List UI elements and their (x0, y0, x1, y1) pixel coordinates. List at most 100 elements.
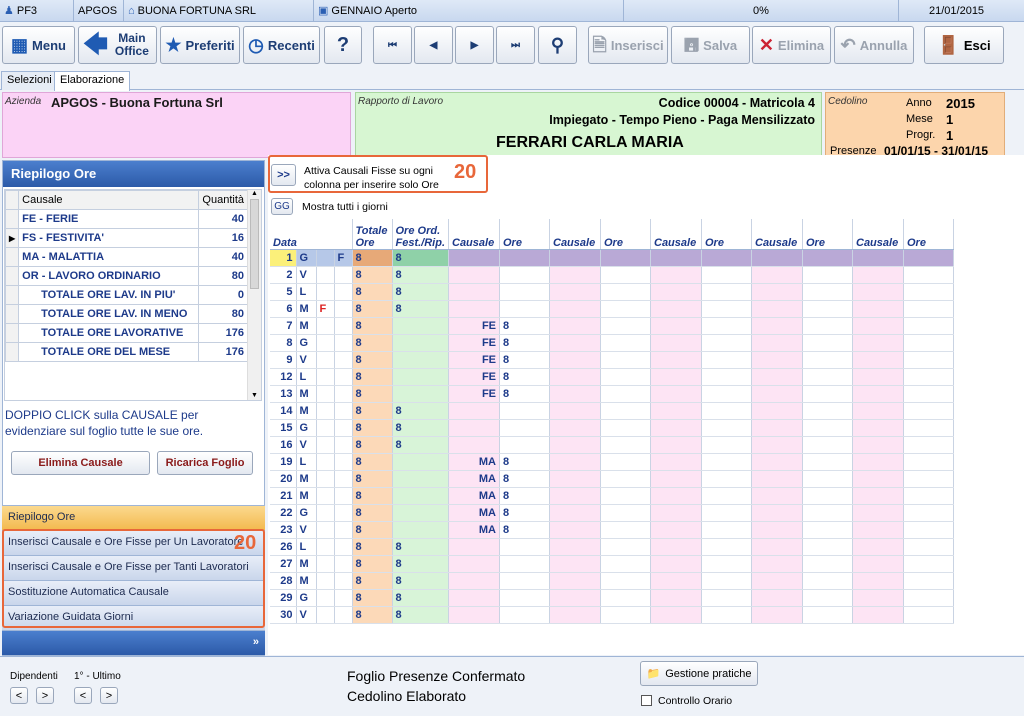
cell-flag[interactable] (334, 385, 353, 403)
cell-totale-ore[interactable]: 8 (352, 266, 393, 284)
cell-flag[interactable] (334, 368, 353, 386)
cell-causale[interactable] (650, 589, 702, 607)
cell-causale[interactable] (549, 470, 601, 488)
cell-weekday[interactable]: V (296, 351, 317, 369)
cell-totale-ore[interactable]: 8 (352, 249, 393, 267)
cell-weekday[interactable]: G (296, 249, 317, 267)
cell-ore-ordinarie[interactable]: 8 (392, 538, 449, 556)
cell-ore[interactable] (701, 470, 752, 488)
cell-festivo[interactable] (316, 283, 335, 301)
cell-day[interactable]: 21 (270, 487, 297, 505)
ricarica-foglio-button[interactable]: Ricarica Foglio (157, 451, 253, 475)
cell-ore[interactable] (701, 487, 752, 505)
grid-row[interactable]: 22 G 8 MA 8 (270, 504, 954, 522)
cell-totale-ore[interactable]: 8 (352, 555, 393, 573)
cell-ore[interactable] (903, 419, 954, 437)
cell-ore-ordinarie[interactable] (392, 317, 449, 335)
grid-row[interactable]: 26 L 8 8 (270, 538, 954, 556)
cell-ore[interactable] (600, 538, 651, 556)
salva-button[interactable]: 🖪 Salva (671, 26, 750, 64)
cell-ore[interactable] (600, 453, 651, 471)
first-record-button[interactable]: ⏮ (373, 26, 412, 64)
scroll-down-icon[interactable]: ▼ (248, 392, 261, 399)
cell-causale[interactable] (751, 300, 803, 318)
cell-ore[interactable] (701, 555, 752, 573)
cell-causale[interactable] (650, 487, 702, 505)
cell-ore-ordinarie[interactable] (392, 453, 449, 471)
cell-ore[interactable] (600, 419, 651, 437)
cell-flag[interactable] (334, 334, 353, 352)
cell-festivo[interactable] (316, 572, 335, 590)
mostra-giorni-button[interactable]: GG (271, 198, 293, 215)
cell-ore-ordinarie[interactable]: 8 (392, 266, 449, 284)
grid-row[interactable]: 2V 88 (270, 266, 954, 284)
cell-causale[interactable] (549, 317, 601, 335)
causale-row[interactable]: OR - LAVORO ORDINARIO 80 (4, 266, 248, 286)
cell-ore-ordinarie[interactable]: 8 (392, 300, 449, 318)
cell-ore[interactable] (600, 470, 651, 488)
cell-causale[interactable] (549, 606, 601, 624)
cell-ore[interactable] (802, 453, 853, 471)
cell-day[interactable]: 29 (270, 589, 297, 607)
next-record-button[interactable]: ▶ (455, 26, 494, 64)
cell-ore[interactable] (802, 351, 853, 369)
tab-elaborazione[interactable]: Elaborazione (54, 71, 131, 91)
cell-festivo[interactable] (316, 368, 335, 386)
cell-ore[interactable] (499, 436, 550, 454)
cell-day[interactable]: 12 (270, 368, 297, 386)
cell-weekday[interactable]: G (296, 334, 317, 352)
cell-causale[interactable]: MA (448, 521, 500, 539)
causale-row[interactable]: TOTALE ORE DEL MESE 176 (4, 342, 248, 362)
preferiti-button[interactable]: ★ Preferiti (160, 26, 240, 64)
cell-totale-ore[interactable]: 8 (352, 351, 393, 369)
cell-flag[interactable] (334, 606, 353, 624)
causale-row[interactable]: TOTALE ORE LAV. IN PIU' 0 (4, 285, 248, 305)
cell-causale[interactable] (549, 385, 601, 403)
last-record-button[interactable]: ⏭ (496, 26, 535, 64)
cell-flag[interactable] (334, 453, 353, 471)
cell-causale[interactable] (549, 266, 601, 284)
grid-row[interactable]: 9 V 8 FE 8 (270, 351, 954, 369)
cell-ore[interactable] (903, 249, 954, 267)
cell-ore[interactable] (903, 470, 954, 488)
nav-expand-button[interactable]: » (2, 630, 265, 655)
recenti-button[interactable]: ◷ Recenti (243, 26, 320, 64)
cell-causale[interactable]: MA (448, 470, 500, 488)
cell-causale[interactable] (751, 351, 803, 369)
cell-festivo[interactable] (316, 385, 335, 403)
cell-ore-ordinarie[interactable] (392, 368, 449, 386)
cell-day[interactable]: 1 (270, 249, 297, 267)
cell-causale[interactable]: FE (448, 368, 500, 386)
cell-causale[interactable] (448, 572, 500, 590)
cell-causale[interactable] (650, 470, 702, 488)
cell-totale-ore[interactable]: 8 (352, 436, 393, 454)
cell-causale[interactable] (852, 504, 904, 522)
range-prev-button[interactable]: < (74, 687, 92, 704)
cell-ore[interactable] (903, 589, 954, 607)
cell-ore[interactable] (903, 402, 954, 420)
cell-causale[interactable] (852, 572, 904, 590)
cell-causale[interactable] (650, 504, 702, 522)
cell-ore[interactable] (600, 555, 651, 573)
cell-ore[interactable] (903, 436, 954, 454)
cell-ore[interactable]: 8 (499, 368, 550, 386)
cell-totale-ore[interactable]: 8 (352, 368, 393, 386)
gestione-pratiche-button[interactable]: 📁 Gestione pratiche (640, 661, 758, 686)
cell-ore[interactable] (499, 589, 550, 607)
cell-weekday[interactable]: L (296, 368, 317, 386)
cell-causale[interactable] (751, 453, 803, 471)
cell-ore-ordinarie[interactable]: 8 (392, 606, 449, 624)
cell-causale[interactable] (650, 351, 702, 369)
cell-ore[interactable] (802, 504, 853, 522)
cell-causale[interactable] (650, 334, 702, 352)
cell-ore[interactable]: 8 (499, 351, 550, 369)
cell-causale[interactable] (650, 419, 702, 437)
cell-ore[interactable] (701, 385, 752, 403)
cell-causale[interactable] (549, 283, 601, 301)
cell-day[interactable]: 22 (270, 504, 297, 522)
cell-flag[interactable] (334, 572, 353, 590)
cell-causale[interactable] (852, 538, 904, 556)
cell-ore-ordinarie[interactable]: 8 (392, 589, 449, 607)
cell-totale-ore[interactable]: 8 (352, 487, 393, 505)
cell-day[interactable]: 9 (270, 351, 297, 369)
